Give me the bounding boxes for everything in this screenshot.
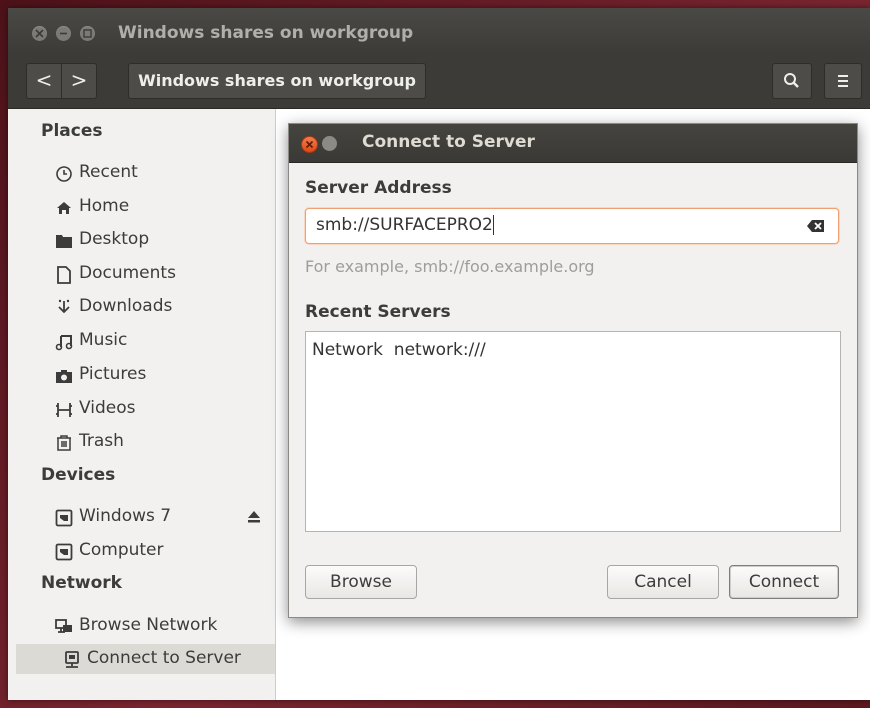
window-close-button[interactable] — [32, 26, 47, 41]
path-bar-button[interactable]: Windows shares on workgroup — [128, 63, 426, 99]
toolbar: < > Windows shares on workgroup — [8, 54, 870, 109]
server-address-label: Server Address — [305, 178, 452, 198]
camera-icon — [56, 370, 72, 383]
cancel-button[interactable]: Cancel — [607, 565, 719, 599]
drive-icon — [55, 509, 73, 527]
sidebar-item-browse-network[interactable]: Browse Network — [28, 611, 264, 641]
connect-button[interactable]: Connect — [729, 565, 839, 599]
window-maximize-button[interactable] — [80, 26, 95, 41]
server-address-field[interactable]: smb://SURFACEPRO2 — [305, 208, 839, 244]
places-header: Places — [41, 121, 103, 141]
search-button[interactable] — [772, 63, 812, 99]
browse-button[interactable]: Browse — [305, 565, 417, 599]
back-button[interactable]: < — [26, 63, 62, 99]
film-icon — [56, 403, 72, 417]
sidebar-item-label: Pictures — [79, 364, 147, 384]
forward-arrow-icon: > — [70, 68, 88, 92]
download-icon — [58, 299, 70, 314]
sidebar-item-desktop[interactable]: Desktop — [28, 225, 264, 255]
sidebar-item-documents[interactable]: Documents — [28, 259, 264, 289]
recent-server-row[interactable]: Network network:/// — [312, 340, 486, 360]
recent-servers-label: Recent Servers — [305, 302, 451, 322]
sidebar-item-windows7[interactable]: Windows 7 — [28, 502, 264, 532]
sidebar-item-pictures[interactable]: Pictures — [28, 360, 264, 390]
clock-icon — [56, 166, 72, 182]
dialog-minimize-button[interactable] — [322, 136, 337, 151]
minimize-icon — [60, 32, 67, 35]
sidebar-item-label: Downloads — [79, 296, 173, 316]
recent-servers-list[interactable]: Network network:/// — [305, 331, 841, 532]
sidebar-item-downloads[interactable]: Downloads — [28, 292, 264, 322]
sidebar-item-home[interactable]: Home — [28, 192, 264, 222]
maximize-icon — [83, 29, 92, 38]
window-title: Windows shares on workgroup — [118, 23, 414, 43]
sidebar-item-trash[interactable]: Trash — [28, 427, 264, 457]
server-address-value: smb://SURFACEPRO2 — [316, 215, 494, 235]
sidebar-item-connect-to-server[interactable]: Connect to Server — [16, 644, 275, 674]
server-icon — [65, 651, 79, 668]
sidebar-item-label: Browse Network — [79, 615, 218, 635]
sidebar-item-label: Windows 7 — [79, 506, 172, 526]
folder-icon — [56, 235, 72, 248]
home-icon — [57, 202, 71, 214]
network-icon — [55, 619, 72, 633]
sidebar: Places Recent Home Desktop Documents Dow… — [8, 109, 276, 700]
sidebar-item-computer[interactable]: Computer — [28, 536, 264, 566]
drive-icon — [55, 543, 73, 561]
back-arrow-icon: < — [35, 68, 53, 92]
sidebar-item-label: Home — [79, 196, 130, 216]
dialog-close-button[interactable] — [301, 136, 318, 153]
eject-icon[interactable] — [246, 510, 262, 524]
connect-to-server-dialog: Connect to Server Server Address smb://S… — [288, 123, 858, 618]
dialog-title: Connect to Server — [362, 132, 535, 152]
document-icon — [57, 266, 71, 284]
music-icon — [55, 335, 73, 351]
sidebar-item-recent[interactable]: Recent — [28, 158, 264, 188]
devices-header: Devices — [41, 465, 116, 485]
sidebar-item-label: Videos — [79, 398, 136, 418]
forward-button[interactable]: > — [61, 63, 97, 99]
sidebar-item-label: Trash — [79, 431, 124, 451]
sidebar-item-label: Recent — [79, 162, 138, 182]
sidebar-item-label: Computer — [79, 540, 164, 560]
address-example-hint: For example, smb://foo.example.org — [305, 257, 595, 276]
sidebar-item-label: Music — [79, 330, 128, 350]
trash-icon — [57, 435, 71, 451]
sidebar-item-label: Desktop — [79, 229, 150, 249]
sidebar-item-videos[interactable]: Videos — [28, 394, 264, 424]
dialog-titlebar: Connect to Server — [289, 124, 857, 163]
network-header: Network — [41, 573, 122, 593]
hamburger-menu-icon — [838, 75, 848, 87]
sidebar-item-label: Documents — [79, 263, 176, 283]
window-titlebar: Windows shares on workgroup — [8, 8, 870, 54]
sidebar-item-label: Connect to Server — [87, 648, 241, 668]
window-minimize-button[interactable] — [56, 26, 71, 41]
sidebar-item-music[interactable]: Music — [28, 326, 264, 356]
close-icon — [35, 29, 44, 38]
search-icon — [784, 73, 799, 88]
menu-button[interactable] — [824, 63, 862, 99]
close-icon — [305, 140, 314, 149]
clear-text-icon[interactable] — [806, 218, 826, 234]
